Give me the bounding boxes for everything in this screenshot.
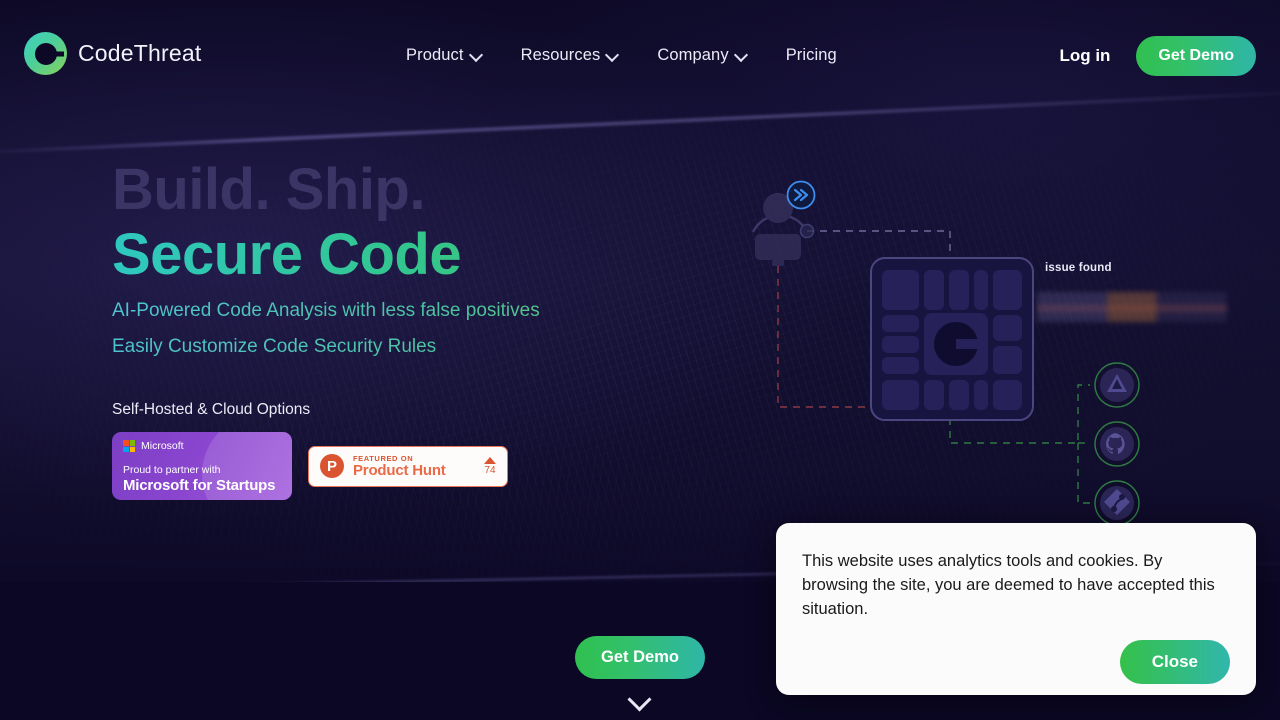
microsoft-wordmark: Microsoft <box>141 440 184 452</box>
chevron-down-icon[interactable] <box>628 691 652 704</box>
hero-heading-accent: Secure Code <box>112 223 752 285</box>
fast-forward-badge-icon <box>786 180 816 210</box>
codethreat-logo-icon <box>24 32 67 75</box>
nav-item-label: Product <box>406 46 464 64</box>
hero-illustration: issue found <box>745 160 1227 550</box>
brand-name: CodeThreat <box>78 40 202 66</box>
microsoft-logo-icon <box>123 440 135 452</box>
hero-heading-muted: Build. Ship. <box>112 157 425 222</box>
microsoft-badge-line2: Microsoft for Startups <box>123 477 276 494</box>
nav-item-label: Resources <box>520 46 601 64</box>
azure-devops-icon <box>1094 362 1140 408</box>
product-hunt-badge[interactable]: P FEATURED ON Product Hunt 74 <box>308 445 508 487</box>
chevron-down-icon <box>606 49 619 62</box>
nav-item-company[interactable]: Company <box>647 40 757 71</box>
get-demo-button-hero[interactable]: Get Demo <box>575 636 705 679</box>
microsoft-badge-line1: Proud to partner with <box>123 464 221 476</box>
get-demo-button-header[interactable]: Get Demo <box>1136 36 1256 76</box>
header-actions: Log in Get Demo <box>1059 36 1256 76</box>
cookie-message: This website uses analytics tools and co… <box>802 552 1215 619</box>
hero-subtitle-line2: Easily Customize Code Security Rules <box>112 333 752 361</box>
product-hunt-name: Product Hunt <box>353 461 446 479</box>
issue-found-label: issue found <box>1045 262 1112 274</box>
gitlab-icon <box>1094 480 1140 526</box>
hero-section: Build. Ship. Secure Code AI-Powered Code… <box>112 160 752 419</box>
chevron-down-icon <box>470 49 483 62</box>
product-hunt-text: FEATURED ON Product Hunt <box>353 454 475 479</box>
main-navigation: Product Resources Company Pricing <box>396 40 847 71</box>
nav-item-label: Pricing <box>785 46 837 64</box>
product-hunt-upvote[interactable]: 74 <box>484 456 496 476</box>
microsoft-brand-row: Microsoft <box>123 440 281 452</box>
product-hunt-logo-icon: P <box>320 454 344 478</box>
blurred-code-snippet <box>1037 292 1227 322</box>
nav-item-product[interactable]: Product <box>396 40 493 71</box>
connector-green-gitlab <box>1077 443 1090 504</box>
hero-note: Self-Hosted & Cloud Options <box>112 401 311 419</box>
nav-item-resources[interactable]: Resources <box>511 40 630 71</box>
product-hunt-upvote-count: 74 <box>484 464 496 476</box>
cookie-consent-banner: This website uses analytics tools and co… <box>776 523 1256 695</box>
site-header: CodeThreat Product Resources Company Pri… <box>0 0 1280 108</box>
pipeline-diagram <box>751 180 1140 526</box>
brand-logo[interactable]: CodeThreat <box>24 32 201 75</box>
chevron-down-icon <box>735 49 748 62</box>
hero-subtitle-line1: AI-Powered Code Analysis with less false… <box>112 297 752 325</box>
partner-badges: Microsoft Proud to partner with Microsof… <box>112 432 508 500</box>
upvote-triangle-icon <box>484 456 496 464</box>
nav-item-label: Company <box>657 46 729 64</box>
codethreat-core-node-icon <box>870 257 1034 421</box>
microsoft-for-startups-badge[interactable]: Microsoft Proud to partner with Microsof… <box>112 432 292 500</box>
cookie-close-button[interactable]: Close <box>1119 640 1230 685</box>
cookie-actions: Close <box>802 640 1230 685</box>
login-link[interactable]: Log in <box>1059 46 1110 66</box>
github-icon <box>1094 421 1140 467</box>
connector-dev-to-core <box>807 230 951 258</box>
nav-item-pricing[interactable]: Pricing <box>776 40 847 71</box>
